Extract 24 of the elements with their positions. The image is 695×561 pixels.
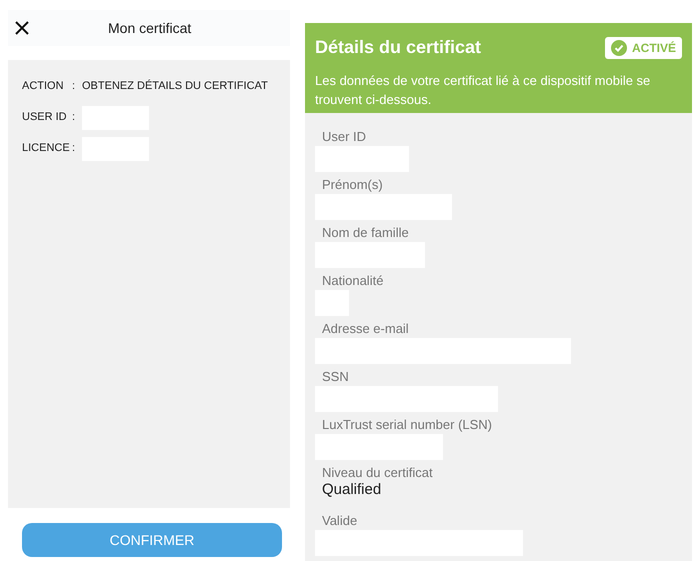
row-label: LICENCE	[22, 141, 71, 156]
label-colon: :	[72, 110, 76, 126]
label-colon: :	[72, 141, 76, 156]
field-label: Niveau du certificat	[321, 465, 434, 481]
confirm-button[interactable]: CONFIRMER	[22, 523, 282, 557]
close-icon[interactable]	[14, 20, 30, 36]
field-label: Nationalité	[321, 273, 384, 289]
row-value: OBTENEZ DÉTAILS DU CERTIFICAT	[82, 78, 268, 94]
field-label: LuxTrust serial number (LSN)	[321, 417, 494, 433]
banner-title: Détails du certificat	[315, 36, 482, 60]
check-icon	[610, 40, 627, 56]
label-colon: :	[72, 79, 76, 94]
status-badge: ACTIVÉ	[604, 36, 682, 59]
banner-description: Les données de votre certificat lié à ce dispositif mobile se trouvent ci-dessous.	[315, 72, 652, 110]
field-label: User ID	[321, 129, 368, 145]
field-label: Adresse e-mail	[321, 321, 410, 337]
field-label: Valide	[321, 513, 358, 529]
screen-title: Mon certificat	[108, 18, 192, 38]
field-label: Nom de famille	[321, 225, 410, 241]
field-value: Qualified	[321, 481, 382, 499]
field-label: Prénom(s)	[321, 177, 384, 193]
field-label: SSN	[321, 369, 350, 385]
row-label: USER ID	[22, 110, 68, 126]
row-label: ACTION	[22, 79, 65, 94]
